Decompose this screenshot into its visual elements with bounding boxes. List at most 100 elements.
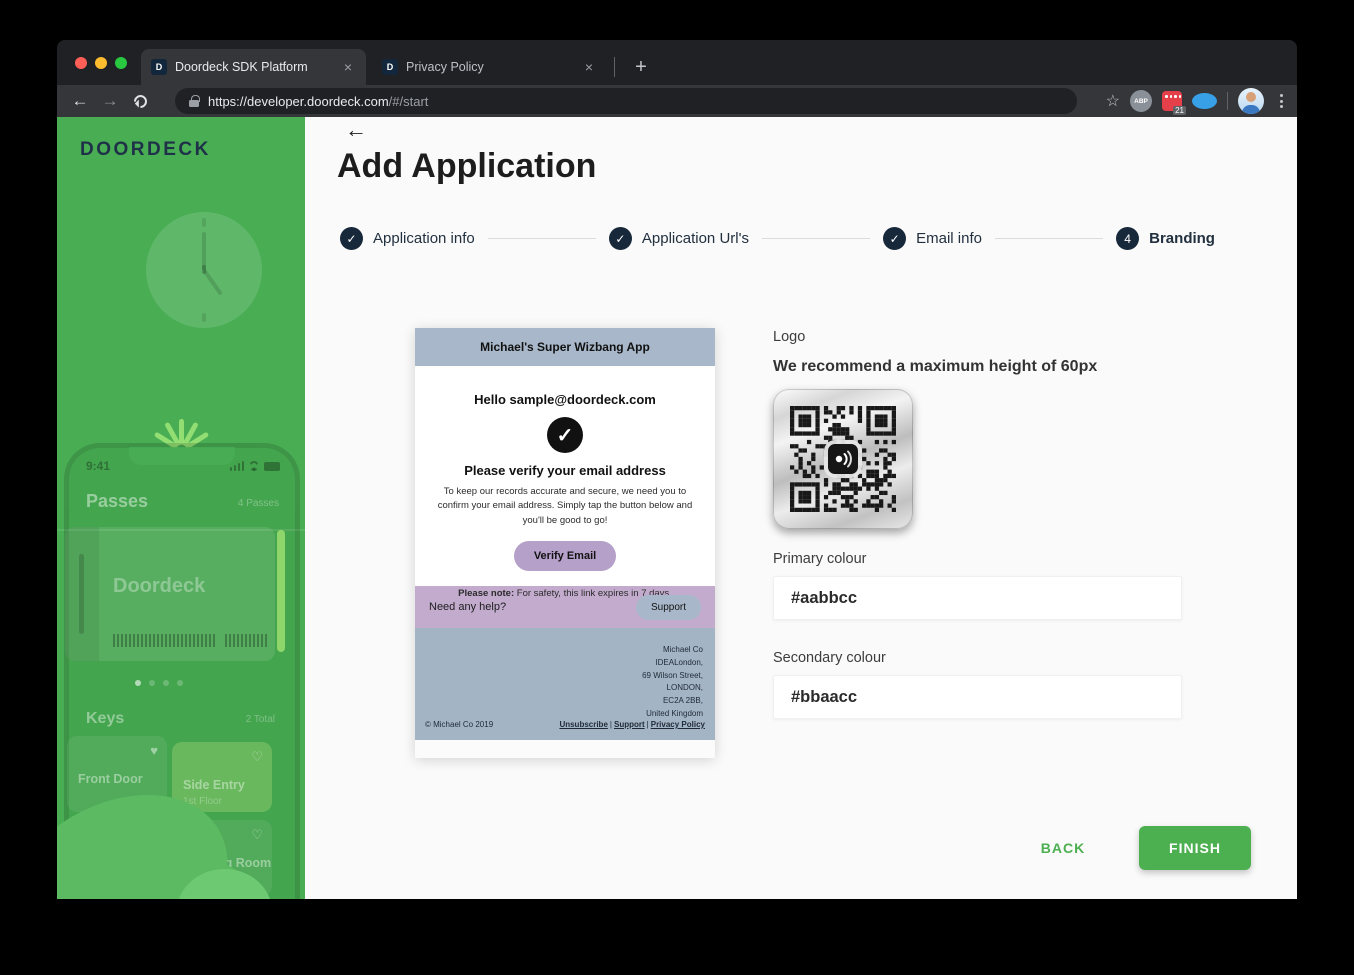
wizard-stepper: ✓ Application info ✓ Application Url's ✓…: [340, 227, 1215, 250]
unsubscribe-link: Unsubscribe: [559, 720, 607, 729]
lock-icon: [189, 100, 199, 107]
burst-icon: [127, 385, 237, 445]
browser-window: D Doordeck SDK Platform × D Privacy Poli…: [57, 40, 1297, 899]
step-application-urls[interactable]: ✓ Application Url's: [609, 227, 749, 250]
email-card-bottom: [415, 740, 715, 758]
heart-icon: ♥: [150, 743, 158, 758]
profile-avatar[interactable]: [1238, 88, 1264, 114]
address-bar[interactable]: https://developer.doordeck.com/#/start: [175, 88, 1077, 114]
tab-doordeck-sdk-platform[interactable]: D Doordeck SDK Platform ×: [141, 49, 366, 85]
phone-status-icons: [230, 461, 281, 471]
new-tab-button[interactable]: +: [627, 53, 655, 81]
back-button[interactable]: BACK: [1023, 840, 1103, 856]
branding-form: Logo We recommend a maximum height of 60…: [773, 329, 1182, 719]
email-preview: Michael's Super Wizbang App Hello sample…: [415, 328, 715, 758]
url-text: https://developer.doordeck.com/#/start: [208, 94, 428, 109]
extension-badge: 21: [1173, 106, 1186, 115]
close-tab-icon[interactable]: ×: [581, 59, 597, 75]
step-connector: [995, 238, 1103, 239]
email-greeting: Hello sample@doordeck.com: [415, 392, 715, 407]
tab-separator: [614, 57, 615, 77]
back-arrow-button[interactable]: ←: [345, 119, 367, 141]
email-body-text: To keep our records accurate and secure,…: [431, 485, 699, 528]
browser-back-button[interactable]: ←: [65, 91, 95, 111]
heart-outline-icon: ♡: [251, 827, 263, 843]
heart-outline-icon: ♡: [251, 749, 263, 765]
browser-toolbar: ← → https://developer.doordeck.com/#/sta…: [57, 85, 1297, 117]
phone-scrollbar: [277, 530, 285, 652]
step-email-info[interactable]: ✓ Email info: [883, 227, 982, 250]
zoom-window-button[interactable]: [115, 57, 127, 69]
pass-card-strip: [65, 527, 99, 661]
bookmark-star-icon[interactable]: ☆: [1106, 91, 1120, 111]
step-check-icon: ✓: [340, 227, 363, 250]
verify-email-button: Verify Email: [514, 541, 616, 571]
qr-center-logo-icon: [828, 444, 858, 474]
phone-notch: [129, 447, 235, 465]
doordeck-logo: DOORDECK: [80, 139, 211, 161]
step-connector: [762, 238, 870, 239]
privacy-policy-link: Privacy Policy: [651, 720, 705, 729]
browser-menu-icon[interactable]: [1274, 94, 1289, 108]
window-controls: [75, 57, 127, 69]
passes-count: 4 Passes: [238, 498, 279, 509]
email-body: Hello sample@doordeck.com ✓ Please verif…: [415, 366, 715, 586]
reload-icon[interactable]: [131, 92, 149, 110]
step-connector: [488, 238, 596, 239]
barcode-icon: [225, 634, 267, 647]
logo-label: Logo: [773, 329, 1182, 345]
page-title: Add Application: [337, 147, 596, 186]
support-button: Support: [636, 595, 701, 620]
battery-icon: [264, 462, 280, 471]
keys-count: 2 Total: [246, 714, 275, 725]
primary-colour-input[interactable]: [773, 576, 1182, 620]
tab-title: Privacy Policy: [406, 60, 573, 74]
page-dots: [135, 680, 183, 686]
logo-preview[interactable]: [773, 389, 913, 529]
wifi-icon: [249, 461, 259, 471]
step-application-info[interactable]: ✓ Application info: [340, 227, 475, 250]
secondary-colour-input[interactable]: [773, 675, 1182, 719]
email-footer-links: Unsubscribe|Support|Privacy Policy: [559, 720, 705, 729]
tab-strip: D Doordeck SDK Platform × D Privacy Poli…: [57, 40, 1297, 85]
phone-clock: 9:41: [86, 459, 110, 473]
barcode-icon: [113, 634, 217, 647]
extension-icon[interactable]: 21: [1162, 91, 1182, 111]
email-verify-title: Please verify your email address: [415, 463, 715, 478]
finish-button[interactable]: FINISH: [1139, 826, 1251, 870]
tab-privacy-policy[interactable]: D Privacy Policy ×: [372, 49, 607, 85]
step-branding[interactable]: 4 Branding: [1116, 227, 1215, 250]
adblock-extension-icon[interactable]: ABP: [1130, 90, 1152, 112]
logo-hint: We recommend a maximum height of 60px: [773, 358, 1182, 376]
email-footer: Michael Co IDEALondon, 69 Wilson Street,…: [415, 628, 715, 740]
main-content: ← Add Application ✓ Application info ✓ A…: [305, 117, 1297, 899]
extension-dots: [1165, 95, 1181, 98]
doordeck-favicon-icon: D: [151, 59, 167, 75]
step-check-icon: ✓: [609, 227, 632, 250]
pass-card-title: Doordeck: [113, 575, 205, 598]
keys-heading: Keys: [86, 710, 124, 728]
check-circle-icon: ✓: [547, 417, 583, 453]
pass-card: Doordeck: [65, 527, 275, 661]
cloud-extension-icon[interactable]: [1192, 93, 1217, 109]
close-window-button[interactable]: [75, 57, 87, 69]
email-header: Michael's Super Wizbang App: [415, 328, 715, 366]
toolbar-separator: [1227, 92, 1228, 110]
step-number: 4: [1116, 227, 1139, 250]
step-check-icon: ✓: [883, 227, 906, 250]
email-copyright: © Michael Co 2019: [425, 720, 493, 729]
help-text: Need any help?: [429, 601, 506, 613]
email-address: Michael Co IDEALondon, 69 Wilson Street,…: [642, 644, 703, 721]
minimize-window-button[interactable]: [95, 57, 107, 69]
passes-heading: Passes: [86, 491, 148, 512]
secondary-colour-label: Secondary colour: [773, 650, 1182, 666]
clock-icon: [146, 212, 262, 328]
close-tab-icon[interactable]: ×: [340, 59, 356, 75]
support-link: Support: [614, 720, 645, 729]
tab-title: Doordeck SDK Platform: [175, 60, 332, 74]
doordeck-sidebar: DOORDECK 9:41 Passes 4 Passes: [57, 117, 305, 899]
doordeck-favicon-icon: D: [382, 59, 398, 75]
primary-colour-label: Primary colour: [773, 551, 1182, 567]
browser-forward-button[interactable]: →: [95, 91, 125, 111]
signal-icon: [230, 461, 245, 471]
